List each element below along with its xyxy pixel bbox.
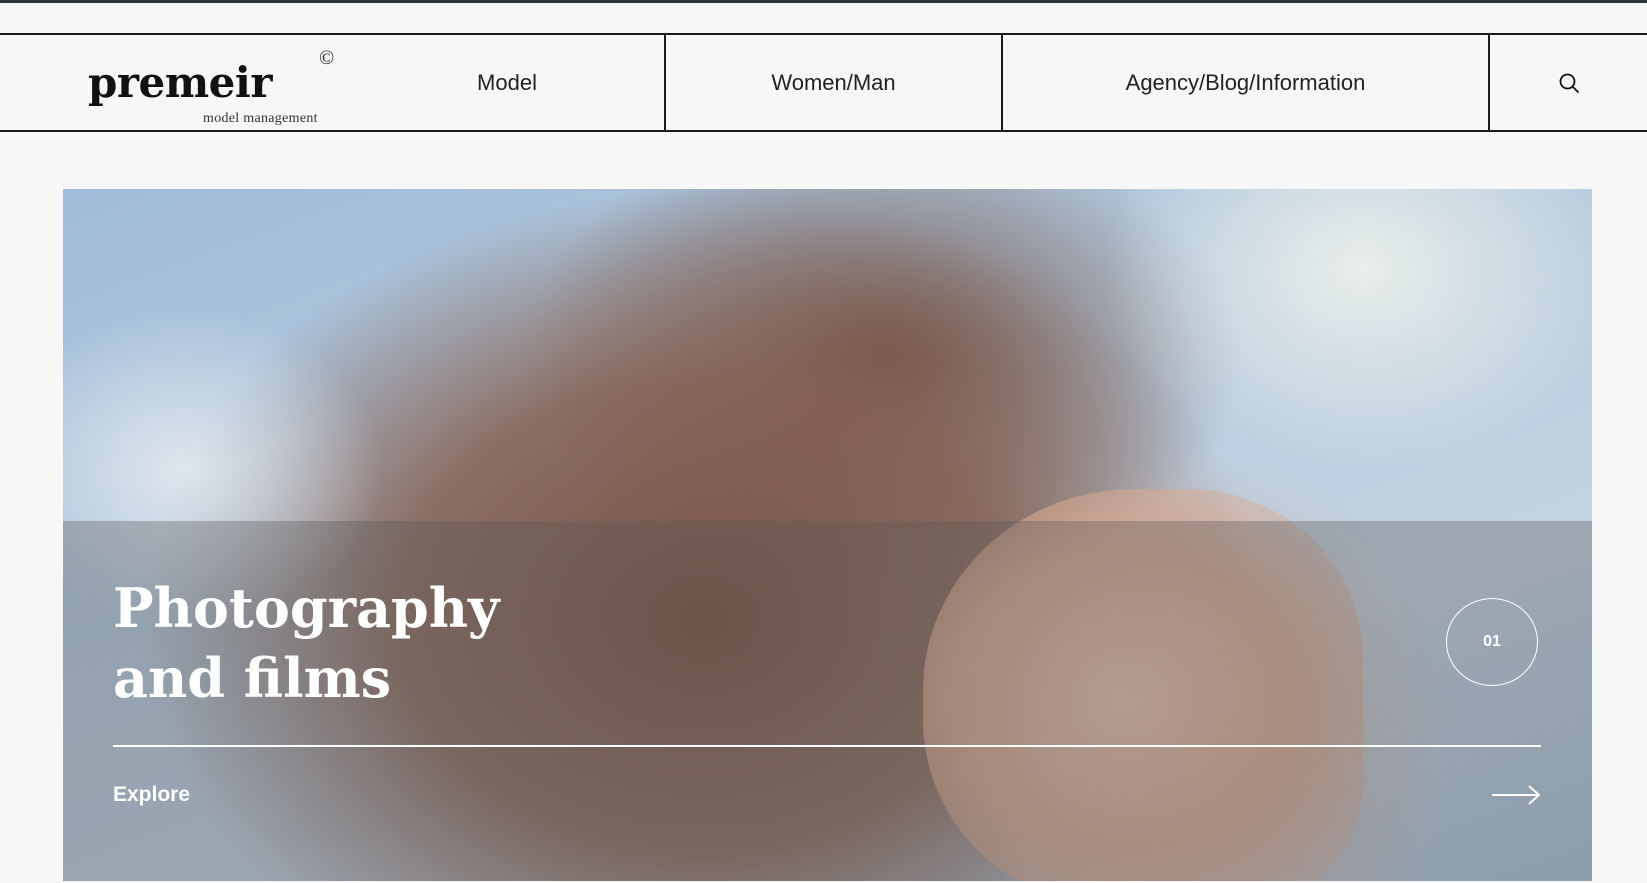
hero-title: Photography and films: [113, 576, 500, 710]
brand-name: premeir: [88, 58, 272, 107]
explore-label: Explore: [113, 783, 191, 806]
nav-item-agency-blog-information[interactable]: Agency/Blog/Information: [1001, 35, 1488, 130]
slide-number-badge: 01: [1446, 598, 1538, 686]
hero-divider: [113, 745, 1541, 747]
search-button[interactable]: [1488, 35, 1647, 130]
brand-tagline: model management: [203, 111, 318, 126]
nav-item-women-man[interactable]: Women/Man: [664, 35, 1001, 130]
top-accent-bar: [0, 0, 1647, 3]
search-icon: [1559, 73, 1579, 93]
copyright-mark: ©: [319, 47, 335, 69]
explore-link[interactable]: Explore: [113, 775, 1541, 815]
brand-logo[interactable]: premeir © model management: [88, 47, 348, 129]
site-header: premeir © model management Model Women/M…: [0, 33, 1647, 132]
arrow-right-icon: [1492, 785, 1541, 805]
nav-item-model[interactable]: Model: [350, 35, 664, 130]
hero-slide: Photography and films 01 Explore: [63, 189, 1592, 881]
